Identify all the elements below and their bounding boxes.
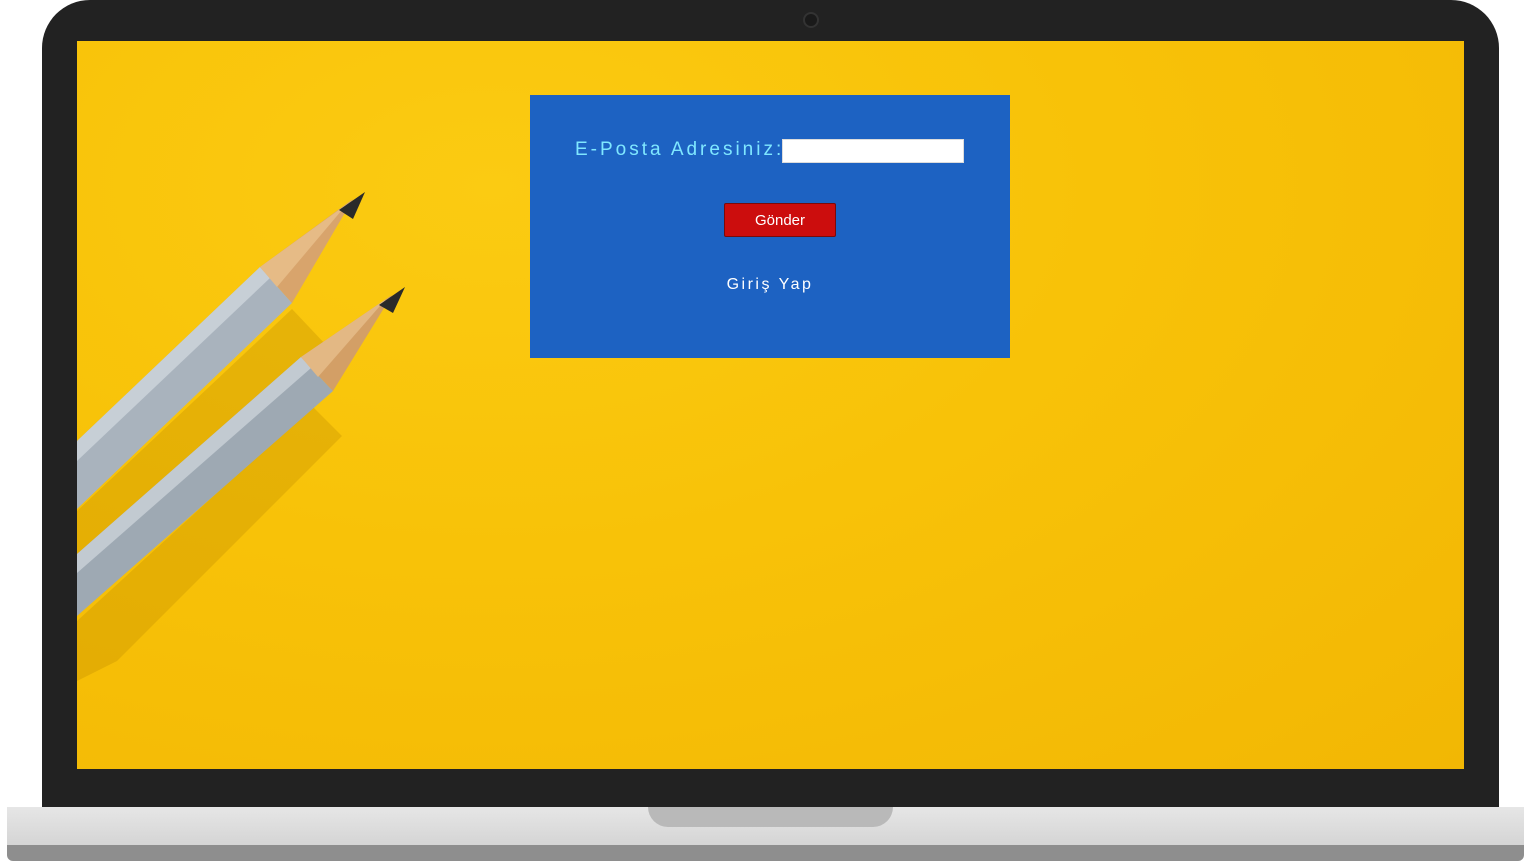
laptop-base-edge	[7, 845, 1524, 861]
send-button[interactable]: Gönder	[724, 203, 836, 237]
email-label: E-Posta Adresiniz:	[575, 139, 785, 160]
laptop-screen: E-Posta Adresiniz: Gönder Giriş Yap	[77, 41, 1464, 769]
laptop-notch	[648, 807, 893, 827]
laptop-mockup: E-Posta Adresiniz: Gönder Giriş Yap	[0, 0, 1524, 863]
email-form-panel: E-Posta Adresiniz: Gönder Giriş Yap	[530, 95, 1010, 358]
email-input[interactable]	[782, 139, 964, 163]
login-link[interactable]: Giriş Yap	[530, 276, 1010, 294]
webcam-icon	[803, 12, 819, 28]
